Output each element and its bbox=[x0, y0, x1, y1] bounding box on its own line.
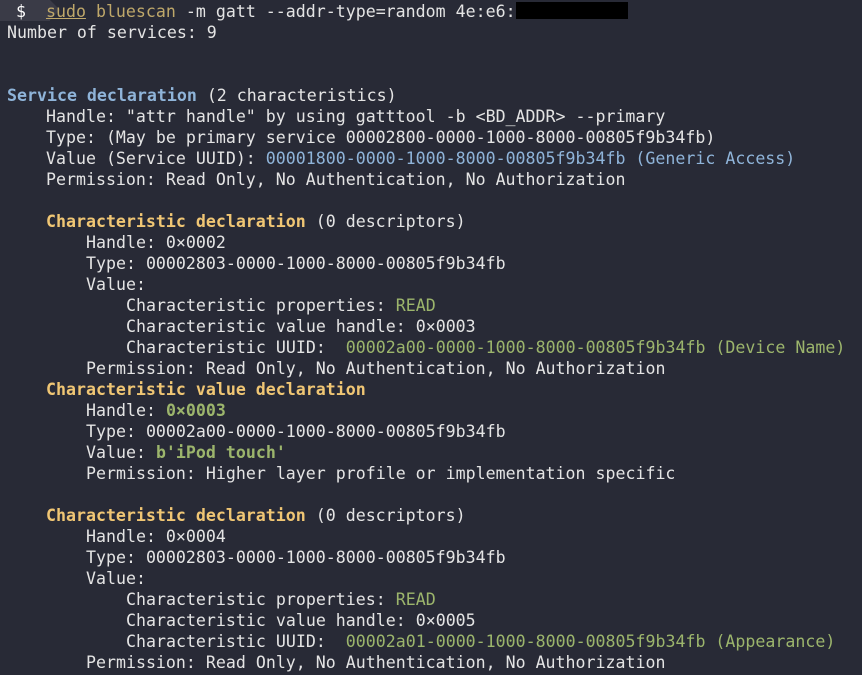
service-handle: Handle: "attr handle" by using gatttool … bbox=[46, 107, 666, 126]
service-declaration-title: Service declaration bbox=[7, 86, 197, 105]
char2-header: Characteristic declaration (0 descriptor… bbox=[46, 505, 466, 526]
value-declaration-header: Characteristic value declaration bbox=[46, 379, 366, 400]
service-value-label: Value (Service UUID): bbox=[46, 149, 266, 168]
char1-handle: Handle: 0×0002 bbox=[86, 233, 226, 252]
char1-properties-label: Characteristic properties: bbox=[126, 296, 396, 315]
char2-title: Characteristic declaration bbox=[46, 506, 306, 525]
char2-value-handle: Characteristic value handle: 0×0005 bbox=[126, 611, 476, 630]
command-sudo: sudo bbox=[45, 2, 86, 21]
char2-handle: Handle: 0×0004 bbox=[86, 527, 226, 546]
value-declaration-value-label: Value: bbox=[86, 443, 156, 462]
service-permission: Permission: Read Only, No Authentication… bbox=[46, 170, 626, 189]
prompt-symbol: $ bbox=[16, 2, 26, 21]
char1-properties-value: READ bbox=[395, 296, 436, 315]
value-declaration-value: Value: b'iPod touch' bbox=[86, 442, 286, 463]
char2-uuid-value: 00002a01-0000-1000-8000-00805f9b34fb (Ap… bbox=[345, 632, 836, 651]
service-type: Type: (May be primary service 00002800-0… bbox=[46, 128, 716, 147]
value-declaration-handle-label: Handle: bbox=[86, 401, 166, 420]
char1-title: Characteristic declaration bbox=[46, 212, 306, 231]
char1-uuid-label: Characteristic UUID: bbox=[126, 338, 346, 357]
char2-uuid: Characteristic UUID: 00002a01-0000-1000-… bbox=[126, 631, 835, 652]
char1-properties: Characteristic properties: READ bbox=[126, 295, 436, 316]
char1-value-handle: Characteristic value handle: 0×0003 bbox=[126, 317, 476, 336]
char1-permission: Permission: Read Only, No Authentication… bbox=[86, 359, 666, 378]
value-declaration-type: Type: 00002a00-0000-1000-8000-00805f9b34… bbox=[86, 422, 506, 441]
char2-permission: Permission: Read Only, No Authentication… bbox=[86, 653, 666, 672]
value-declaration-permission: Permission: Higher layer profile or impl… bbox=[86, 464, 676, 483]
value-declaration-handle: Handle: 0×0003 bbox=[86, 400, 226, 421]
services-count: Number of services: 9 bbox=[7, 23, 217, 42]
command-line: $ sudo bluescan -m gatt --addr-type=rand… bbox=[16, 1, 628, 22]
service-characteristic-count: (2 characteristics) bbox=[196, 86, 397, 105]
value-declaration-value-text: b'iPod touch' bbox=[155, 443, 286, 462]
command-args: -m gatt --addr-type=random 4e:e6: bbox=[175, 2, 516, 21]
char2-descriptor-count: (0 descriptors) bbox=[305, 506, 466, 525]
value-declaration-title: Characteristic value declaration bbox=[46, 380, 366, 399]
value-declaration-handle-value: 0×0003 bbox=[165, 401, 226, 420]
char1-uuid-value: 00002a00-0000-1000-8000-00805f9b34fb (De… bbox=[345, 338, 846, 357]
terminal-window[interactable]: $ sudo bluescan -m gatt --addr-type=rand… bbox=[0, 0, 862, 675]
char1-header: Characteristic declaration (0 descriptor… bbox=[46, 211, 466, 232]
char2-type: Type: 00002803-0000-1000-8000-00805f9b34… bbox=[86, 548, 506, 567]
char2-properties-label: Characteristic properties: bbox=[126, 590, 396, 609]
command-name: bluescan bbox=[95, 2, 176, 21]
service-value: Value (Service UUID): 00001800-0000-1000… bbox=[46, 148, 795, 169]
char2-uuid-label: Characteristic UUID: bbox=[126, 632, 346, 651]
char1-uuid: Characteristic UUID: 00002a00-0000-1000-… bbox=[126, 337, 845, 358]
char2-properties-value: READ bbox=[395, 590, 436, 609]
char1-value-label: Value: bbox=[86, 275, 146, 294]
service-uuid: 00001800-0000-1000-8000-00805f9b34fb (Ge… bbox=[265, 149, 796, 168]
char2-properties: Characteristic properties: READ bbox=[126, 589, 436, 610]
service-declaration-header: Service declaration (2 characteristics) bbox=[7, 85, 397, 106]
char1-descriptor-count: (0 descriptors) bbox=[305, 212, 466, 231]
char1-type: Type: 00002803-0000-1000-8000-00805f9b34… bbox=[86, 254, 506, 273]
redacted-address bbox=[515, 2, 628, 19]
char2-value-label: Value: bbox=[86, 569, 146, 588]
